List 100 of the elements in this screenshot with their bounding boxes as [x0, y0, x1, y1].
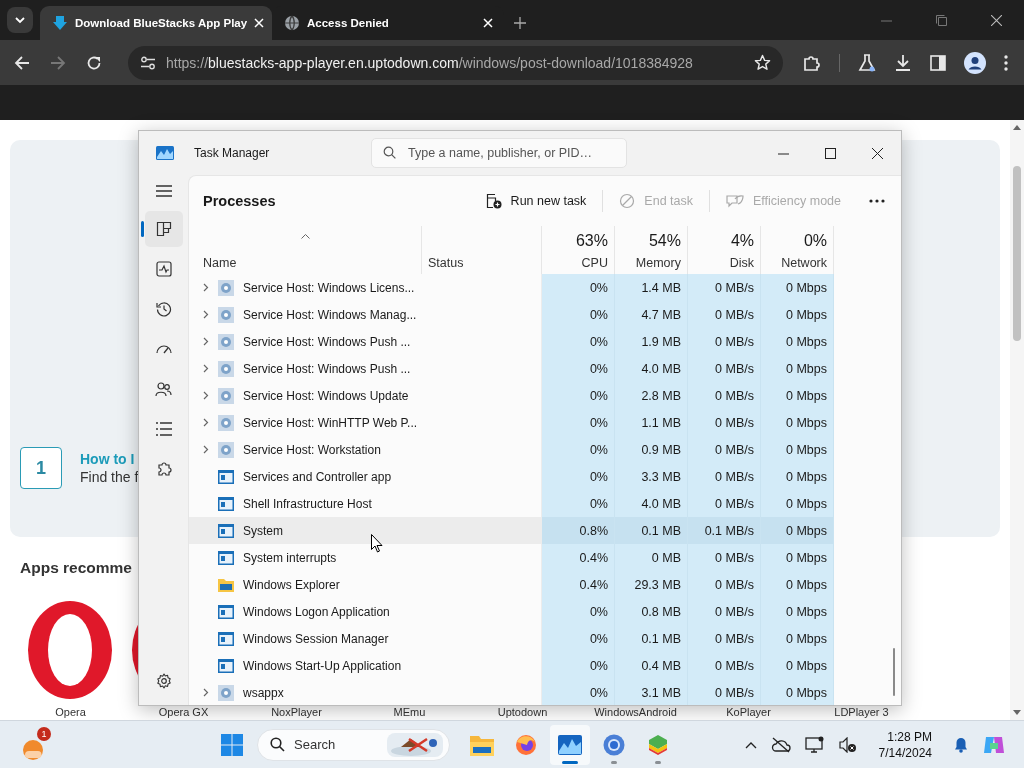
- app-name[interactable]: KoPlayer: [692, 706, 805, 720]
- column-header[interactable]: Status: [422, 226, 542, 274]
- step-description: Find the f: [80, 469, 139, 485]
- process-name-cell[interactable]: wsappx: [189, 679, 422, 705]
- table-cell: 0 MB/s: [688, 274, 761, 301]
- table-cell: 0.1 MB: [615, 625, 688, 652]
- process-name-cell[interactable]: System interrupts: [189, 544, 422, 571]
- table-cell: 0%: [542, 436, 615, 463]
- table-cell: 0 MB/s: [688, 382, 761, 409]
- table-cell: 0 Mbps: [761, 463, 834, 490]
- table-cell: 0.8 MB: [615, 598, 688, 625]
- table-cell: 0 Mbps: [761, 598, 834, 625]
- table-cell: 3.1 MB: [615, 679, 688, 705]
- table-cell: 0 MB/s: [688, 409, 761, 436]
- process-name-cell[interactable]: Service Host: Workstation: [189, 436, 422, 463]
- table-cell: 0%: [542, 274, 615, 301]
- clock[interactable]: 1:28 PM 7/14/2024: [878, 728, 932, 761]
- process-name-cell[interactable]: Service Host: Windows Push ...: [189, 328, 422, 355]
- table-cell: 0%: [542, 625, 615, 652]
- table-cell: 0 Mbps: [761, 409, 834, 436]
- app-name[interactable]: LDPlayer 3: [805, 706, 918, 720]
- table-cell: 0.9 MB: [615, 436, 688, 463]
- table-cell: 0 MB/s: [688, 571, 761, 598]
- app-name[interactable]: Uptodown: [466, 706, 579, 720]
- process-name-cell[interactable]: Service Host: Windows Update: [189, 382, 422, 409]
- app-name[interactable]: WindowsAndroid: [579, 706, 692, 720]
- process-name-cell[interactable]: Service Host: Windows Manag...: [189, 301, 422, 328]
- column-header[interactable]: Name: [189, 226, 422, 274]
- search-field[interactable]: Type a name, publisher, or PID…: [371, 138, 627, 168]
- table-cell: 0%: [542, 409, 615, 436]
- table-cell: 0 MB/s: [688, 679, 761, 705]
- weather-widget[interactable]: 1: [17, 726, 51, 763]
- table-cell: 0%: [542, 382, 615, 409]
- table-cell: 1.4 MB: [615, 274, 688, 301]
- process-name-cell[interactable]: Service Host: WinHTTP Web P...: [189, 409, 422, 436]
- process-name-cell[interactable]: Service Host: Windows Push ...: [189, 355, 422, 382]
- table-cell: 0 MB/s: [688, 328, 761, 355]
- table-cell: 1.9 MB: [615, 328, 688, 355]
- page-title: Processes: [203, 193, 276, 209]
- table-cell: 3.3 MB: [615, 463, 688, 490]
- app-name[interactable]: Opera GX: [127, 706, 240, 720]
- table-cell: 0 MB/s: [688, 355, 761, 382]
- table-cell: 0 Mbps: [761, 436, 834, 463]
- window-title: Task Manager: [194, 146, 271, 160]
- table-cell: 0 Mbps: [761, 274, 834, 301]
- table-cell: 0%: [542, 679, 615, 705]
- table-cell: 4.0 MB: [615, 355, 688, 382]
- table-cell: 29.3 MB: [615, 571, 688, 598]
- process-name-cell[interactable]: System: [189, 517, 422, 544]
- table-cell: 0 MB/s: [688, 301, 761, 328]
- url-text[interactable]: https://bluestacks-app-player.en.uptodown.com/windows/post-download/1018384928: [166, 54, 693, 71]
- table-cell: 0 Mbps: [761, 328, 834, 355]
- table-cell: 0 Mbps: [761, 355, 834, 382]
- process-name-cell[interactable]: Shell Infrastructure Host: [189, 490, 422, 517]
- app-name[interactable]: Opera: [14, 706, 127, 720]
- table-cell: 0%: [542, 598, 615, 625]
- table-cell: 0 Mbps: [761, 652, 834, 679]
- process-name-cell[interactable]: Windows Explorer: [189, 571, 422, 598]
- browser-tab[interactable]: Download BlueStacks App Play: [40, 6, 272, 40]
- table-cell: 0 Mbps: [761, 544, 834, 571]
- table-cell: 0%: [542, 301, 615, 328]
- taskbar-search-field[interactable]: Search: [257, 728, 450, 761]
- process-name-cell[interactable]: Services and Controller app: [189, 463, 422, 490]
- step-number: 1: [20, 447, 62, 489]
- table-cell: 2.8 MB: [615, 382, 688, 409]
- table-cell: 4.0 MB: [615, 490, 688, 517]
- table-cell: 0.1 MB: [615, 517, 688, 544]
- table-cell: 0 Mbps: [761, 490, 834, 517]
- table-cell: 0.8%: [542, 517, 615, 544]
- table-cell: 0 MB/s: [688, 490, 761, 517]
- table-cell: 0%: [542, 490, 615, 517]
- table-cell: 0 Mbps: [761, 625, 834, 652]
- table-cell: 0%: [542, 328, 615, 355]
- table-cell: 0 MB/s: [688, 463, 761, 490]
- table-cell: 0.4 MB: [615, 652, 688, 679]
- table-cell: 0%: [542, 463, 615, 490]
- table-cell: 0 Mbps: [761, 517, 834, 544]
- table-cell: 4.7 MB: [615, 301, 688, 328]
- app-name[interactable]: NoxPlayer: [240, 706, 353, 720]
- table-cell: 0 MB/s: [688, 436, 761, 463]
- process-name-cell[interactable]: Windows Start-Up Application: [189, 652, 422, 679]
- process-name-cell[interactable]: Windows Session Manager: [189, 625, 422, 652]
- process-name-cell[interactable]: Windows Logon Application: [189, 598, 422, 625]
- table-cell: 0%: [542, 652, 615, 679]
- table-cell: 0 Mbps: [761, 571, 834, 598]
- table-cell: 0 MB/s: [688, 652, 761, 679]
- toolbar-button[interactable]: Run new task: [481, 187, 591, 215]
- table-cell: 0 Mbps: [761, 679, 834, 705]
- address-bar[interactable]: https://bluestacks-app-player.en.uptodown.com/windows/post-download/1018384928: [128, 45, 783, 80]
- notification-badge: 1: [37, 726, 51, 741]
- table-cell: 0 MB/s: [688, 544, 761, 571]
- table-cell: 0 MB/s: [688, 598, 761, 625]
- table-cell: 0 MB/s: [688, 625, 761, 652]
- table-cell: 0 MB: [615, 544, 688, 571]
- table-cell: 0%: [542, 355, 615, 382]
- table-cell: 0.4%: [542, 571, 615, 598]
- table-cell: 0 Mbps: [761, 382, 834, 409]
- process-name-cell[interactable]: Service Host: Windows Licens...: [189, 274, 422, 301]
- app-name[interactable]: MEmu: [353, 706, 466, 720]
- table-cell: 1.1 MB: [615, 409, 688, 436]
